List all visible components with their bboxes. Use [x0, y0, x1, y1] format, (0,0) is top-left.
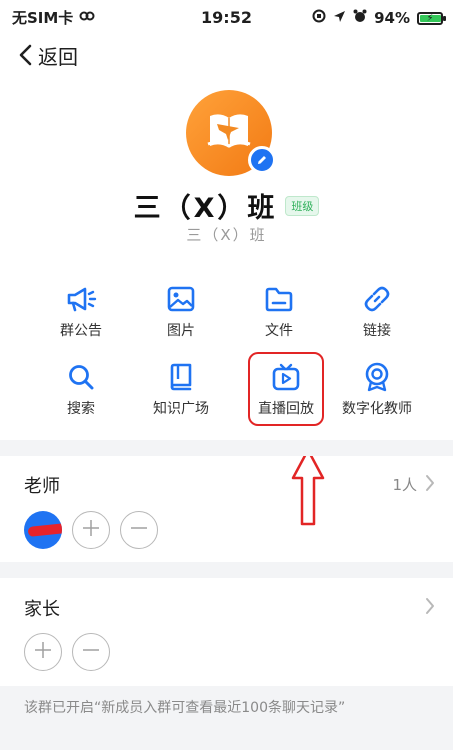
feature-label: 知识广场	[153, 401, 209, 417]
alarm-icon	[353, 9, 367, 27]
status-right: 94% ⚡	[312, 9, 446, 27]
battery-icon: ⚡	[417, 11, 446, 25]
charging-bolt-icon: ⚡	[426, 12, 434, 24]
section-divider	[0, 440, 453, 456]
feature-files[interactable]: 文件	[234, 284, 324, 340]
parents-members	[24, 633, 110, 671]
feature-label: 搜索	[67, 401, 95, 417]
feature-links[interactable]: 链接	[332, 284, 422, 340]
group-avatar[interactable]	[186, 90, 276, 176]
parents-title: 家长	[24, 599, 60, 620]
pencil-icon	[256, 151, 268, 170]
teachers-members	[24, 511, 158, 549]
feature-images[interactable]: 图片	[136, 284, 226, 340]
feature-label: 图片	[167, 323, 195, 339]
feature-label: 链接	[363, 323, 391, 339]
class-badge: 班级	[285, 195, 320, 216]
plus-icon	[33, 640, 53, 664]
add-parent-button[interactable]	[24, 633, 62, 671]
remove-teacher-button[interactable]	[120, 511, 158, 549]
rotation-lock-icon	[312, 9, 326, 27]
feature-label: 数字化教师	[342, 401, 412, 417]
plus-icon	[81, 518, 101, 542]
back-label: 返回	[38, 44, 78, 69]
feature-search[interactable]: 搜索	[36, 362, 126, 418]
image-icon	[136, 284, 226, 314]
feature-knowledge[interactable]: 知识广场	[136, 362, 226, 418]
group-name: 三（X）班	[133, 193, 278, 224]
group-subtitle: 三（X）班	[186, 226, 267, 244]
megaphone-icon	[36, 284, 126, 314]
back-button[interactable]: 返回	[18, 40, 78, 70]
teachers-title: 老师	[24, 476, 60, 497]
location-icon	[333, 9, 346, 27]
minus-icon	[129, 518, 149, 542]
history-notice: 该群已开启“新成员入群可查看最近100条聊天记录”	[0, 686, 453, 750]
add-teacher-button[interactable]	[72, 511, 110, 549]
edit-avatar-button[interactable]	[248, 146, 276, 174]
redaction-scribble	[27, 523, 62, 537]
link-icon	[332, 284, 422, 314]
feature-label: 文件	[265, 323, 293, 339]
arrow-up-annotation-icon	[290, 448, 326, 532]
group-title-row: 三（X）班 班级	[0, 186, 453, 225]
highlight-box	[248, 352, 324, 426]
chevron-right-icon	[425, 597, 435, 619]
battery-percent: 94%	[374, 9, 410, 27]
teachers-count: 1人	[392, 476, 417, 494]
minus-icon	[81, 640, 101, 664]
book-icon	[136, 362, 226, 392]
avatar[interactable]	[24, 511, 62, 549]
remove-parent-button[interactable]	[72, 633, 110, 671]
folder-icon	[234, 284, 324, 314]
chevron-left-icon	[18, 44, 34, 66]
feature-label: 群公告	[60, 323, 102, 339]
feature-announcement[interactable]: 群公告	[36, 284, 126, 340]
open-book-logo-icon	[204, 108, 254, 158]
search-icon	[36, 362, 126, 392]
section-divider	[0, 562, 453, 578]
status-bar: 无SIM卡 19:52 94% ⚡	[0, 0, 453, 34]
feature-digital-teacher[interactable]: 数字化教师	[332, 362, 422, 418]
chevron-right-icon	[425, 474, 435, 496]
badge-icon	[332, 362, 422, 392]
